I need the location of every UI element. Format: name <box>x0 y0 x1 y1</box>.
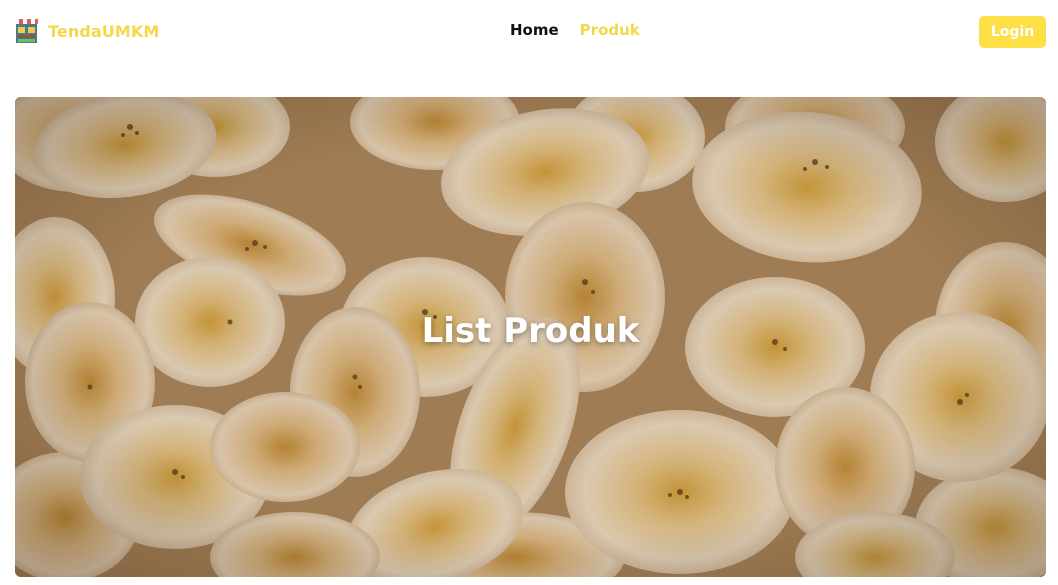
main-nav: Home Produk <box>510 21 640 39</box>
nav-link-home[interactable]: Home <box>510 21 559 39</box>
brand-name: TendaUMKM <box>48 21 160 41</box>
navbar: TendaUMKM Home Produk Login <box>0 0 1058 64</box>
hero-title: List Produk <box>421 311 640 351</box>
login-button[interactable]: Login <box>979 16 1046 48</box>
brand-logo-link[interactable]: TendaUMKM <box>14 18 159 44</box>
market-stall-icon <box>15 19 38 43</box>
nav-link-produk[interactable]: Produk <box>580 21 640 39</box>
hero-banner: List Produk <box>15 97 1046 577</box>
